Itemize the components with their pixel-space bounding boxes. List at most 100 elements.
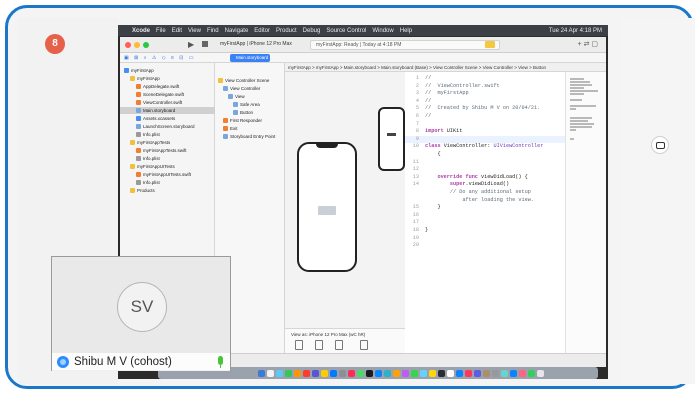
outline-item[interactable]: View Controller (223, 85, 260, 92)
dock-app-icon[interactable] (492, 369, 499, 377)
menu-item[interactable]: Editor (254, 28, 270, 34)
menu-item[interactable]: Debug (303, 28, 321, 34)
dock-app-icon[interactable] (330, 369, 337, 377)
code-minimap[interactable] (565, 72, 606, 353)
device-label[interactable]: View as: iPhone 12 Pro Max (wC hR) (291, 332, 365, 337)
code-line[interactable]: 13 override func viewDidLoad() { (405, 174, 565, 181)
code-line[interactable]: 17 (405, 219, 565, 226)
code-line[interactable]: 7 (405, 121, 565, 128)
navigator-item[interactable]: myFirstApp (120, 67, 215, 74)
menu-app-name[interactable]: Xcode (132, 28, 150, 34)
dock-app-icon[interactable] (375, 369, 382, 377)
device-option-icon[interactable] (335, 340, 343, 350)
code-line[interactable]: 4 // (405, 98, 565, 105)
code-line[interactable]: 12 (405, 166, 565, 173)
outline-item[interactable]: Exit (223, 125, 238, 132)
dock-app-icon[interactable] (411, 369, 418, 377)
code-line[interactable]: 2 // ViewController.swift (405, 83, 565, 90)
dock-app-icon[interactable] (402, 369, 409, 377)
navigator-item[interactable]: Info.plist (120, 155, 215, 162)
zoom-window-icon[interactable] (143, 42, 149, 48)
button-element[interactable] (387, 133, 396, 136)
code-line[interactable]: 6 // (405, 113, 565, 120)
screen-share-icon[interactable] (651, 136, 669, 154)
dock-app-icon[interactable] (456, 369, 463, 377)
run-button-icon[interactable]: ▶ (188, 40, 194, 49)
menu-item[interactable]: View (188, 28, 201, 34)
code-line[interactable]: 15 } (405, 204, 565, 211)
jump-bar[interactable]: myFirstApp > myFirstApp > Main.storyboar… (285, 63, 606, 72)
outline-item[interactable]: View (228, 93, 245, 100)
dock-app-icon[interactable] (276, 369, 283, 377)
dock-app-icon[interactable] (393, 369, 400, 377)
scheme-selector[interactable]: myFirstApp | iPhone 12 Pro Max (220, 41, 292, 47)
navigator-item[interactable]: AppDelegate.swift (120, 83, 215, 90)
menu-item[interactable]: File (156, 28, 166, 34)
dock-app-icon[interactable] (267, 369, 274, 377)
dock-app-icon[interactable] (483, 369, 490, 377)
code-editor[interactable]: 1 // 2 // ViewController.swift 3 // myFirstAp… (405, 72, 565, 353)
code-line[interactable]: 9 (405, 135, 565, 143)
code-line[interactable]: // Do any additional setup (405, 189, 565, 196)
menu-item[interactable]: Product (276, 28, 297, 34)
code-line[interactable]: 19 (405, 235, 565, 242)
navigator-item[interactable]: myFirstAppUITests (120, 163, 215, 170)
navigator-item[interactable]: myFirstAppTests.swift (120, 147, 215, 154)
navigator-item[interactable]: myFirstApp (120, 75, 215, 82)
code-line[interactable]: 16 (405, 212, 565, 219)
dock-app-icon[interactable] (384, 369, 391, 377)
warning-icon[interactable] (485, 41, 495, 48)
launch-scene-phone[interactable] (297, 142, 357, 272)
outline-item[interactable]: View Controller Scene (218, 77, 269, 84)
dock-app-icon[interactable] (438, 369, 445, 377)
outline-item[interactable]: Storyboard Entry Point (223, 133, 275, 140)
dock-app-icon[interactable] (348, 369, 355, 377)
code-line[interactable]: 8 import UIKit (405, 128, 565, 135)
navigator-item[interactable]: Products (120, 187, 215, 194)
dock-app-icon[interactable] (429, 369, 436, 377)
navigator-selector-icons[interactable]: ▣ ⊠ ⌕ ⚠ ◇ ≡ ⊡ ▭ (124, 55, 196, 61)
code-line[interactable]: after loading the view. (405, 197, 565, 204)
navigator-item[interactable]: myFirstAppTests (120, 139, 215, 146)
dock-app-icon[interactable] (474, 369, 481, 377)
scene-preview-small[interactable] (378, 107, 405, 171)
navigator-item[interactable]: SceneDelegate.swift (120, 91, 215, 98)
code-line[interactable]: 3 // myFirstApp (405, 90, 565, 97)
menu-item[interactable]: Source Control (326, 28, 366, 34)
code-line[interactable]: 14 super.viewDidLoad() (405, 181, 565, 188)
dock-app-icon[interactable] (303, 369, 310, 377)
device-option-icon[interactable] (315, 340, 323, 350)
outline-item[interactable]: Safe Area (233, 101, 260, 108)
library-plus-icon[interactable]: + ⇄ ▢ (578, 40, 598, 48)
code-line[interactable]: 1 // (405, 75, 565, 82)
dock-app-icon[interactable] (528, 369, 535, 377)
dock-app-icon[interactable] (420, 369, 427, 377)
device-option-icon[interactable] (295, 340, 303, 350)
code-line[interactable]: 11 (405, 159, 565, 166)
dock-app-icon[interactable] (447, 369, 454, 377)
code-line[interactable]: 10 class ViewController: UIViewController (405, 143, 565, 150)
menu-item[interactable]: Edit (172, 28, 182, 34)
dock-app-icon[interactable] (294, 369, 301, 377)
code-line[interactable]: 18} (405, 227, 565, 234)
dock-app-icon[interactable] (366, 369, 373, 377)
dock-app-icon[interactable] (312, 369, 319, 377)
menu-item[interactable]: Find (207, 28, 219, 34)
notification-badge[interactable]: 8 (45, 34, 65, 54)
minimize-window-icon[interactable] (134, 42, 140, 48)
dock-app-icon[interactable] (285, 369, 292, 377)
dock-app-icon[interactable] (465, 369, 472, 377)
outline-item[interactable]: Button (233, 109, 253, 116)
storyboard-canvas[interactable] (285, 72, 405, 328)
close-window-icon[interactable] (125, 42, 131, 48)
tab-main-storyboard[interactable]: Main.storyboard (230, 54, 270, 62)
menu-item[interactable]: Navigate (225, 28, 249, 34)
dock-app-icon[interactable] (519, 369, 526, 377)
dock-app-icon[interactable] (258, 369, 265, 377)
dock-app-icon[interactable] (501, 369, 508, 377)
dock-app-icon[interactable] (321, 369, 328, 377)
navigator-item[interactable]: Main.storyboard (120, 107, 215, 114)
menu-item[interactable]: Help (400, 28, 412, 34)
outline-item[interactable]: First Responder (223, 117, 262, 124)
participant-video-tile[interactable]: SV Shibu M V (cohost) (51, 256, 231, 371)
